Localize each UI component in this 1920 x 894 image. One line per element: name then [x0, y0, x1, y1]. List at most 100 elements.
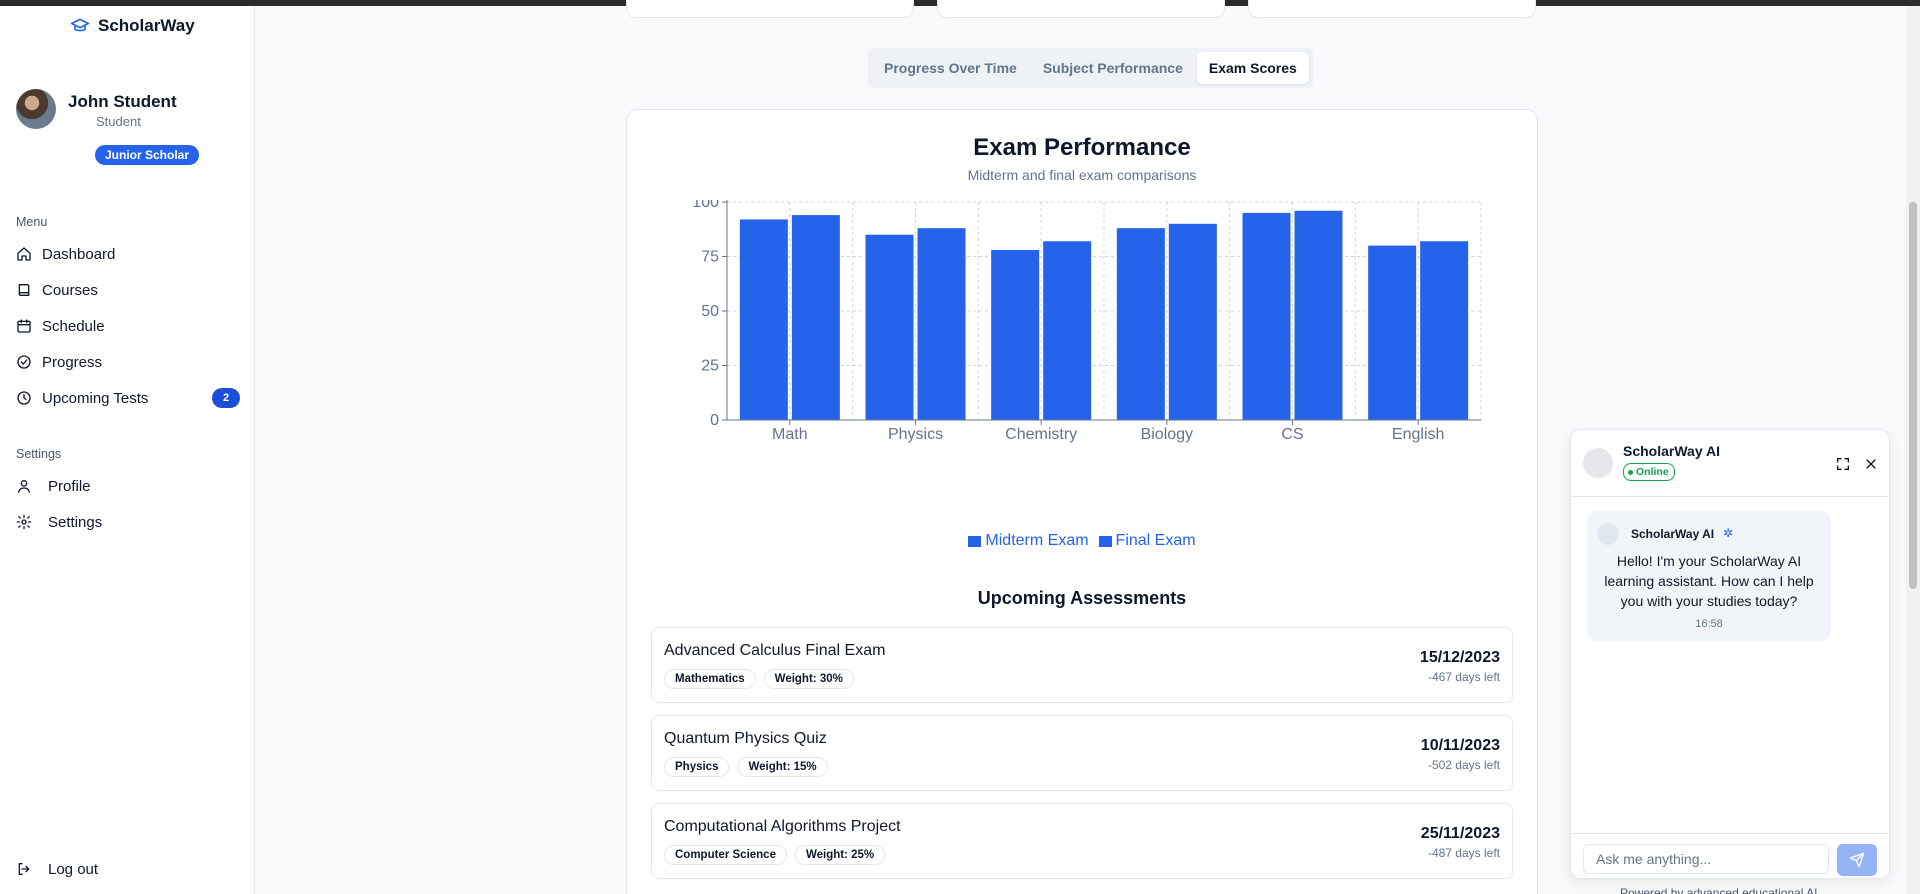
x-tick-label: Math: [772, 426, 808, 443]
message-time: 16:58: [1695, 618, 1723, 630]
bar-midterm: [865, 234, 914, 420]
stat-card: [1248, 0, 1536, 18]
logout-label: Log out: [48, 860, 99, 878]
scrollbar-thumb[interactable]: [1909, 202, 1917, 589]
sidebar-item-label: Progress: [42, 353, 103, 371]
assessment-name: Quantum Physics Quiz: [664, 730, 827, 747]
sidebar: ScholarWay John Student Student Junior S…: [0, 6, 255, 894]
bar-final: [1294, 210, 1343, 420]
x-tick-label: Physics: [888, 426, 943, 443]
sidebar-item-label: Upcoming Tests: [42, 389, 149, 407]
chat-powered-by: Powered by advanced educational AI: [1620, 886, 1818, 894]
sidebar-item-dashboard[interactable]: Dashboard: [16, 240, 240, 268]
graduation-cap-icon: [70, 18, 90, 32]
expand-icon: [1837, 458, 1849, 470]
bar-midterm: [1242, 212, 1291, 420]
stat-card: [937, 0, 1225, 18]
page-scrollbar[interactable]: [1906, 6, 1920, 894]
sidebar-item-label: Settings: [48, 513, 103, 531]
avatar[interactable]: [16, 89, 56, 129]
bar-midterm: [991, 249, 1040, 420]
assessment-date: 10/11/2023: [1420, 737, 1500, 754]
assessment-name: Advanced Calculus Final Exam: [664, 642, 886, 659]
x-tick-label: Chemistry: [1005, 426, 1077, 443]
expand-button[interactable]: [1835, 456, 1851, 472]
logout-icon: [18, 863, 30, 875]
home-icon: [17, 247, 31, 261]
upcoming-tests-count-badge: 2: [212, 388, 240, 408]
legend-item-final[interactable]: Final Exam: [1098, 532, 1196, 550]
assessment-name: Computational Algorithms Project: [664, 818, 901, 835]
assessment-date: 15/12/2023: [1419, 649, 1500, 666]
sidebar-item-schedule[interactable]: Schedule: [16, 312, 240, 340]
settings-section-label: Settings: [16, 447, 62, 461]
y-tick-label: 100: [692, 200, 719, 211]
legend-label: Final Exam: [1115, 532, 1196, 549]
sidebar-item-upcoming-tests[interactable]: Upcoming Tests 2: [16, 384, 240, 412]
menu-section-label: Menu: [16, 215, 48, 229]
legend-swatch: [1098, 535, 1112, 547]
exam-performance-card: Exam Performance Midterm and final exam …: [626, 109, 1538, 894]
sparkles-icon: ✲: [1723, 526, 1734, 540]
subject-chip: Computer Science: [664, 845, 787, 865]
tab-progress-over-time[interactable]: Progress Over Time: [872, 52, 1029, 84]
chart-tabs: Progress Over Time Subject Performance E…: [868, 48, 1313, 88]
clock-icon: [17, 391, 31, 405]
sidebar-item-progress[interactable]: Progress: [16, 348, 240, 376]
sidebar-item-label: Courses: [42, 281, 98, 299]
x-tick-label: Biology: [1141, 426, 1193, 443]
legend-item-midterm[interactable]: Midterm Exam: [968, 532, 1089, 550]
legend-label: Midterm Exam: [985, 532, 1089, 549]
chart-legend: Midterm Exam Final Exam: [627, 532, 1537, 550]
sidebar-item-profile[interactable]: Profile: [16, 472, 240, 500]
assessment-item[interactable]: Advanced Calculus Final Exam Mathematics…: [651, 627, 1513, 703]
logout-button[interactable]: Log out: [16, 855, 240, 883]
assessments-title: Upcoming Assessments: [977, 588, 1187, 608]
bar-final: [1168, 223, 1217, 420]
exam-bar-chart: Math Physics Chemistry Biology CS English 0 25 5…: [692, 200, 1482, 443]
x-tick-label: CS: [1281, 426, 1303, 443]
subject-chip: Physics: [664, 757, 730, 777]
calendar-icon: [17, 319, 31, 333]
sidebar-item-courses[interactable]: Courses: [16, 276, 240, 304]
y-tick-label: 75: [701, 249, 719, 266]
bar-final: [1420, 241, 1469, 420]
bar-final: [1043, 241, 1092, 420]
assessment-item[interactable]: Computational Algorithms Project Compute…: [651, 803, 1513, 879]
online-dot-icon: [1628, 469, 1633, 475]
assessment-days-left: -502 days left: [1427, 758, 1500, 772]
tab-exam-scores[interactable]: Exam Scores: [1196, 52, 1309, 84]
close-chat-button[interactable]: [1863, 456, 1879, 472]
message-avatar: [1597, 523, 1619, 545]
weight-chip: Weight: 30%: [763, 669, 854, 689]
bar-midterm: [1116, 228, 1165, 420]
brand-logo[interactable]: ScholarWay: [70, 16, 195, 36]
sidebar-item-label: Profile: [48, 477, 91, 495]
assessment-item[interactable]: Quantum Physics Quiz Physics Weight: 15%…: [651, 715, 1513, 791]
chart-subtitle: Midterm and final exam comparisons: [967, 167, 1197, 183]
chart-title: Exam Performance: [973, 134, 1191, 161]
chat-header: ScholarWay AI Online: [1571, 430, 1889, 497]
bar-midterm: [739, 219, 788, 420]
online-status-badge: Online: [1623, 463, 1675, 481]
assessment-days-left: -467 days left: [1427, 670, 1500, 684]
y-tick-label: 50: [701, 303, 719, 320]
message-text: Hello! I'm your ScholarWay AI learning a…: [1604, 553, 1814, 609]
user-role: Student: [96, 114, 141, 129]
legend-swatch: [968, 535, 982, 547]
weight-chip: Weight: 25%: [794, 845, 886, 865]
y-tick-label: 25: [701, 358, 719, 375]
user-name: John Student: [68, 92, 177, 111]
sidebar-item-settings[interactable]: Settings: [16, 508, 240, 536]
bar-final: [791, 215, 840, 420]
assessment-days-left: -487 days left: [1427, 846, 1500, 860]
send-button[interactable]: [1837, 844, 1877, 876]
chat-input[interactable]: [1583, 844, 1829, 874]
tab-subject-performance[interactable]: Subject Performance: [1031, 52, 1195, 84]
sidebar-item-label: Schedule: [42, 317, 105, 335]
send-icon: [1849, 852, 1865, 868]
online-status-label: Online: [1636, 466, 1669, 478]
chat-messages: ScholarWay AI ✲ Hello! I'm your ScholarW…: [1571, 497, 1889, 833]
bar-final: [917, 228, 966, 420]
ai-chat-widget: ScholarWay AI Online ScholarWay AI ✲ Hel…: [1570, 429, 1890, 879]
